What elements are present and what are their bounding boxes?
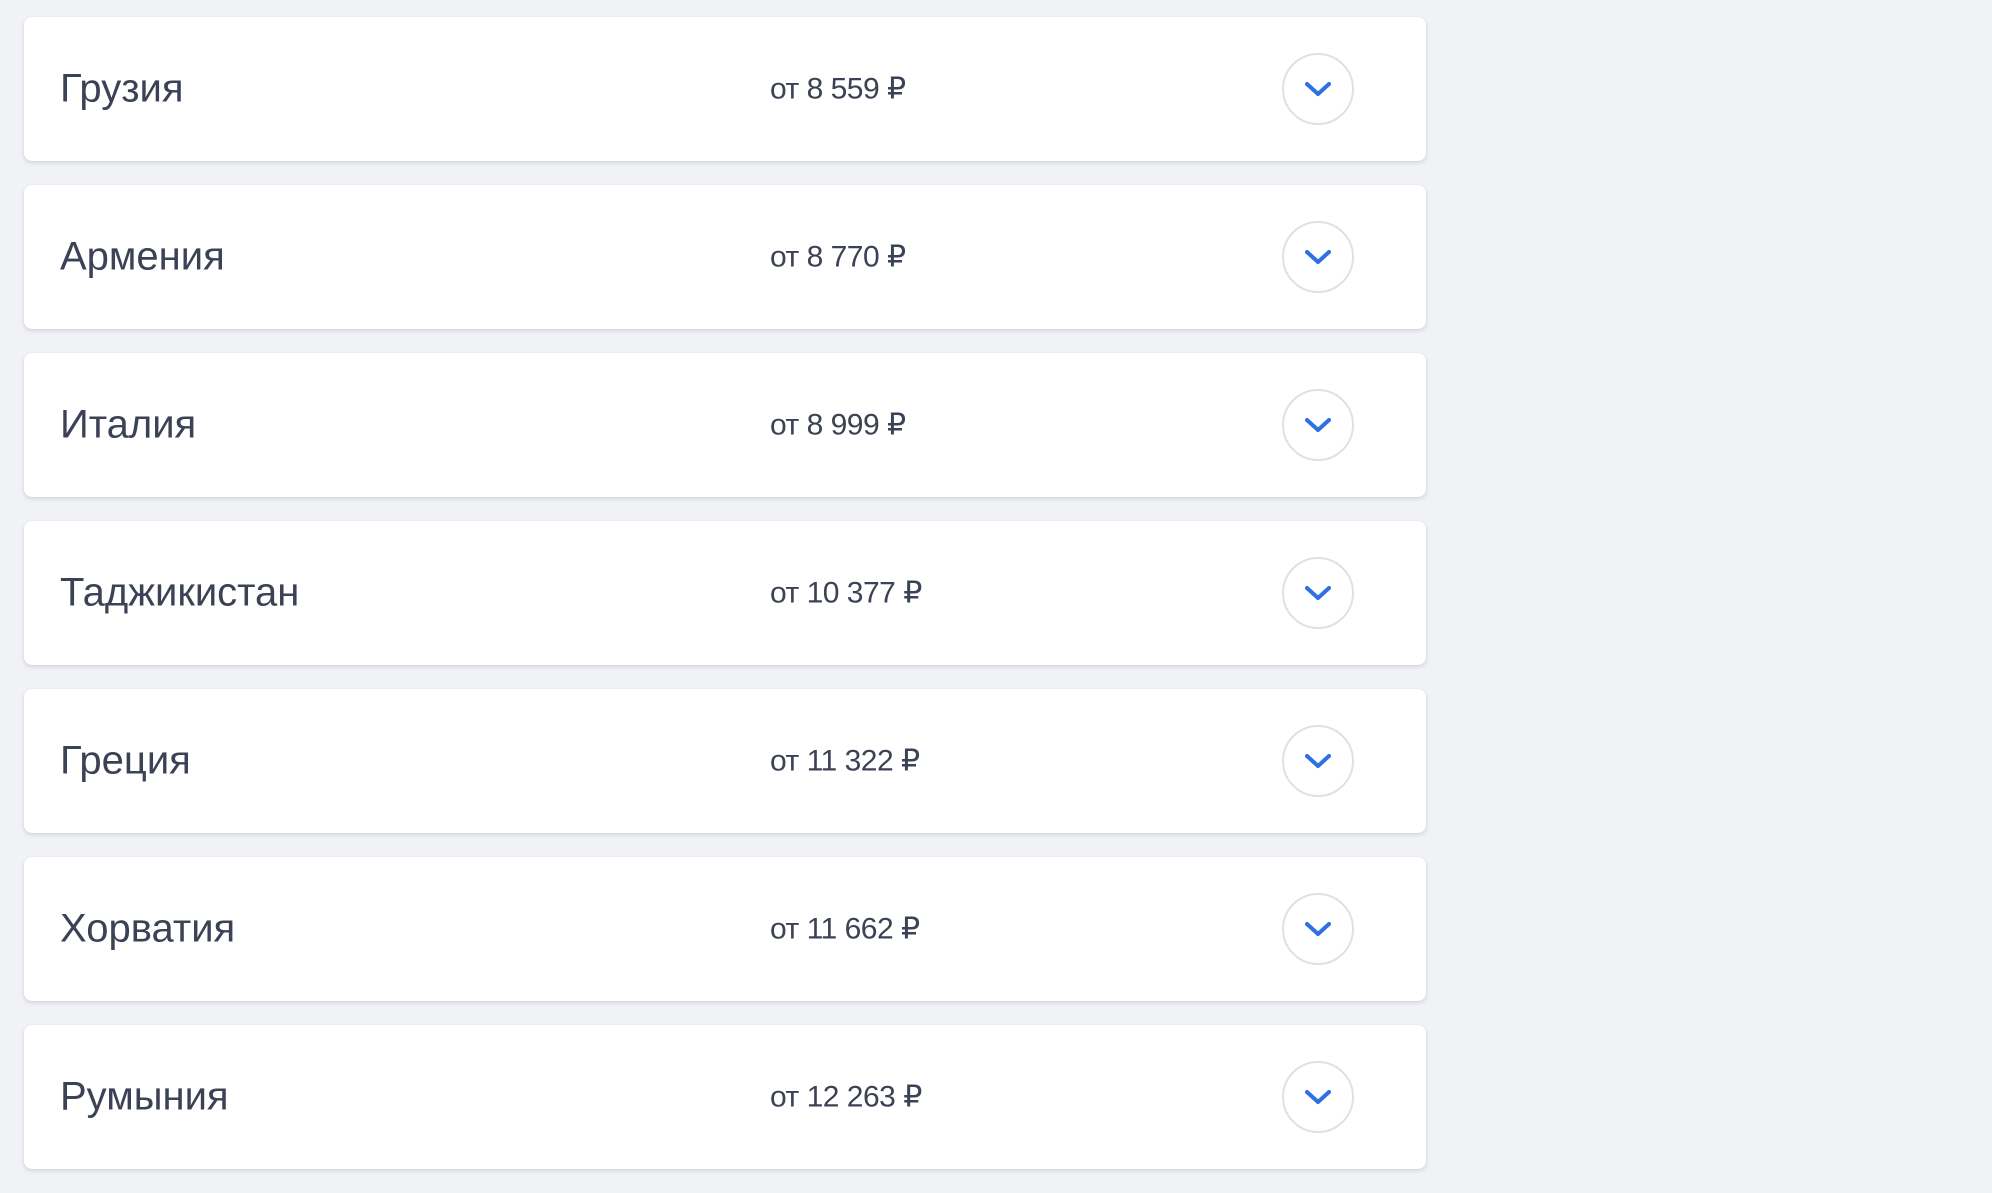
chevron-down-icon: [1305, 586, 1331, 600]
country-price: от 10 377 ₽: [770, 576, 922, 610]
country-name: Румыния: [60, 1074, 229, 1119]
country-list: Грузия от 8 559 ₽ Армения от 8 770 ₽ Ита…: [24, 17, 1426, 1193]
expand-button[interactable]: [1282, 1061, 1354, 1133]
expand-button[interactable]: [1282, 893, 1354, 965]
chevron-down-icon: [1305, 754, 1331, 768]
country-card-georgia[interactable]: Грузия от 8 559 ₽: [24, 17, 1426, 161]
country-price: от 8 770 ₽: [770, 240, 906, 274]
chevron-down-icon: [1305, 922, 1331, 936]
country-price: от 8 999 ₽: [770, 408, 906, 442]
country-card-greece[interactable]: Греция от 11 322 ₽: [24, 689, 1426, 833]
country-name: Италия: [60, 402, 197, 447]
country-name: Армения: [60, 234, 225, 279]
chevron-down-icon: [1305, 82, 1331, 96]
expand-button[interactable]: [1282, 725, 1354, 797]
country-card-romania[interactable]: Румыния от 12 263 ₽: [24, 1025, 1426, 1169]
country-name: Хорватия: [60, 906, 236, 951]
country-name: Грузия: [60, 66, 184, 111]
expand-button[interactable]: [1282, 389, 1354, 461]
expand-button[interactable]: [1282, 557, 1354, 629]
country-name: Таджикистан: [60, 570, 300, 615]
country-card-tajikistan[interactable]: Таджикистан от 10 377 ₽: [24, 521, 1426, 665]
expand-button[interactable]: [1282, 53, 1354, 125]
chevron-down-icon: [1305, 1090, 1331, 1104]
country-name: Греция: [60, 738, 191, 783]
country-card-italy[interactable]: Италия от 8 999 ₽: [24, 353, 1426, 497]
country-card-armenia[interactable]: Армения от 8 770 ₽: [24, 185, 1426, 329]
expand-button[interactable]: [1282, 221, 1354, 293]
country-card-croatia[interactable]: Хорватия от 11 662 ₽: [24, 857, 1426, 1001]
chevron-down-icon: [1305, 418, 1331, 432]
country-price: от 12 263 ₽: [770, 1080, 922, 1114]
chevron-down-icon: [1305, 250, 1331, 264]
country-price: от 8 559 ₽: [770, 72, 906, 106]
country-price: от 11 662 ₽: [770, 912, 920, 946]
country-price: от 11 322 ₽: [770, 744, 920, 778]
